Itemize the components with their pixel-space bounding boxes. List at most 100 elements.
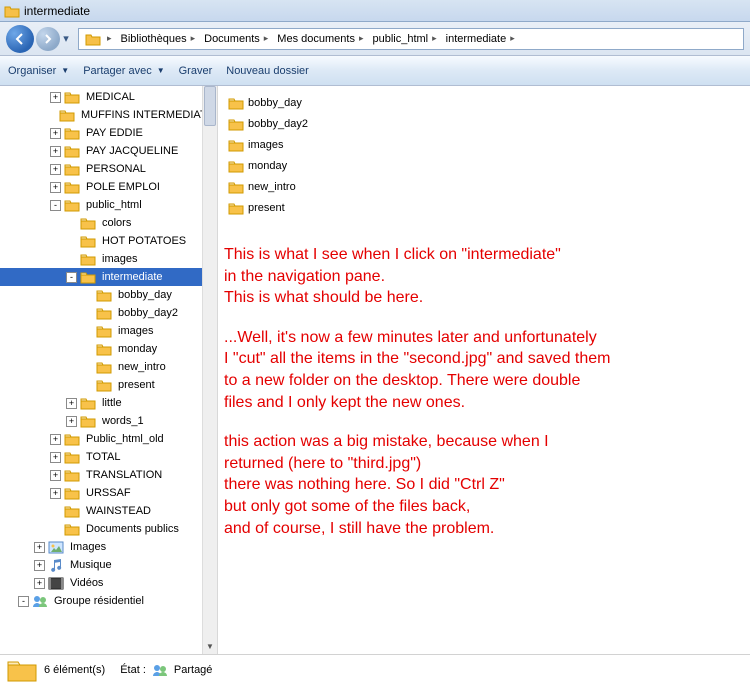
- breadcrumb-root[interactable]: ▸: [79, 29, 115, 49]
- folder-icon: [32, 594, 48, 608]
- expand-icon[interactable]: +: [50, 434, 61, 445]
- tree-item[interactable]: +PERSONAL: [0, 160, 217, 178]
- tree-item[interactable]: WAINSTEAD: [0, 502, 217, 520]
- tree-item[interactable]: + POLE EMPLOI: [0, 178, 217, 196]
- expand-spacer: [50, 524, 61, 535]
- folder-item[interactable]: new_intro: [228, 176, 750, 197]
- expand-icon[interactable]: +: [50, 470, 61, 481]
- chevron-right-icon[interactable]: ▸: [510, 33, 515, 44]
- tree-item[interactable]: +words_1: [0, 412, 217, 430]
- folder-item[interactable]: present: [228, 197, 750, 218]
- chevron-down-icon: ▼: [157, 66, 165, 75]
- expand-spacer: [82, 380, 93, 391]
- expand-icon[interactable]: +: [50, 164, 61, 175]
- tree-item-label: WAINSTEAD: [83, 504, 154, 518]
- breadcrumb-item[interactable]: Documents▸: [198, 29, 271, 49]
- tree-item[interactable]: +MEDICAL: [0, 88, 217, 106]
- breadcrumb-item[interactable]: Bibliothèques▸: [115, 29, 199, 49]
- expand-icon[interactable]: +: [50, 182, 61, 193]
- breadcrumb-item[interactable]: intermediate▸: [440, 29, 518, 49]
- tree-item[interactable]: images: [0, 250, 217, 268]
- expand-icon[interactable]: +: [50, 488, 61, 499]
- expand-icon[interactable]: +: [34, 542, 45, 553]
- folder-icon: [48, 558, 64, 572]
- expand-icon[interactable]: +: [50, 92, 61, 103]
- chevron-right-icon[interactable]: ▸: [191, 33, 196, 44]
- tree-item[interactable]: images: [0, 322, 217, 340]
- expand-icon[interactable]: +: [34, 560, 45, 571]
- folder-icon: [96, 342, 112, 356]
- navigation-tree[interactable]: ▲ ▼ +MEDICAL MUFFINS INTERMEDIATE +PAY EDD…: [0, 86, 218, 654]
- collapse-icon[interactable]: -: [50, 200, 61, 211]
- folder-icon: [80, 216, 96, 230]
- chevron-right-icon[interactable]: ▸: [432, 33, 437, 44]
- folder-item[interactable]: bobby_day2: [228, 113, 750, 134]
- tree-item[interactable]: bobby_day: [0, 286, 217, 304]
- scroll-thumb[interactable]: [204, 86, 216, 126]
- expand-spacer: [82, 290, 93, 301]
- tree-item[interactable]: Documents publics: [0, 520, 217, 538]
- expand-icon[interactable]: +: [50, 128, 61, 139]
- tree-item-label: POLE EMPLOI: [83, 180, 163, 194]
- tree-item[interactable]: +Public_html_old: [0, 430, 217, 448]
- content-pane[interactable]: bobby_daybobby_day2imagesmondaynew_intro…: [218, 86, 750, 654]
- tree-item[interactable]: +PAY JACQUELINE: [0, 142, 217, 160]
- nav-history-dropdown[interactable]: ▾: [60, 26, 72, 52]
- tree-scrollbar[interactable]: ▲ ▼: [202, 86, 217, 654]
- organize-menu[interactable]: Organiser▼: [8, 65, 69, 77]
- expand-icon[interactable]: +: [34, 578, 45, 589]
- share-with-menu[interactable]: Partager avec▼: [83, 65, 164, 77]
- folder-icon: [48, 576, 64, 590]
- expand-spacer: [82, 326, 93, 337]
- expand-icon[interactable]: +: [50, 146, 61, 157]
- tree-item[interactable]: +PAY EDDIE: [0, 124, 217, 142]
- breadcrumb-bar[interactable]: ▸ Bibliothèques▸ Documents▸ Mes document…: [78, 28, 744, 50]
- tree-item[interactable]: monday: [0, 340, 217, 358]
- folder-item[interactable]: monday: [228, 155, 750, 176]
- tree-item[interactable]: +Vidéos: [0, 574, 217, 592]
- forward-button[interactable]: [36, 27, 60, 51]
- collapse-icon[interactable]: -: [66, 272, 77, 283]
- breadcrumb-item[interactable]: public_html▸: [366, 29, 439, 49]
- chevron-right-icon[interactable]: ▸: [264, 33, 269, 44]
- scroll-down-arrow[interactable]: ▼: [203, 639, 217, 654]
- folder-icon: [228, 159, 244, 173]
- user-annotation: This is what I see when I click on "inte…: [224, 244, 610, 557]
- folder-icon: [228, 180, 244, 194]
- tree-item[interactable]: +URSSAF: [0, 484, 217, 502]
- folder-item[interactable]: images: [228, 134, 750, 155]
- tree-item[interactable]: present: [0, 376, 217, 394]
- new-folder-button[interactable]: Nouveau dossier: [226, 65, 309, 77]
- tree-item[interactable]: new_intro: [0, 358, 217, 376]
- tree-item[interactable]: bobby_day2: [0, 304, 217, 322]
- tree-item-label: TOTAL: [83, 450, 123, 464]
- tree-item[interactable]: +Images: [0, 538, 217, 556]
- collapse-icon[interactable]: -: [18, 596, 29, 607]
- breadcrumb-item[interactable]: Mes documents▸: [271, 29, 366, 49]
- status-bar: 6 élément(s) État : Partagé: [0, 654, 750, 684]
- tree-item-label: public_html: [83, 198, 145, 212]
- expand-spacer: [66, 236, 77, 247]
- chevron-right-icon[interactable]: ▸: [359, 33, 364, 44]
- tree-item[interactable]: colors: [0, 214, 217, 232]
- tree-item[interactable]: HOT POTATOES: [0, 232, 217, 250]
- tree-item[interactable]: - public_html: [0, 196, 217, 214]
- tree-item[interactable]: + TOTAL: [0, 448, 217, 466]
- folder-icon: [64, 432, 80, 446]
- burn-button[interactable]: Graver: [179, 65, 213, 77]
- expand-icon[interactable]: +: [50, 452, 61, 463]
- chevron-right-icon[interactable]: ▸: [107, 33, 112, 44]
- back-button[interactable]: [6, 25, 34, 53]
- tree-item[interactable]: +little: [0, 394, 217, 412]
- folder-item[interactable]: bobby_day: [228, 92, 750, 113]
- expand-icon[interactable]: +: [66, 416, 77, 427]
- expand-icon[interactable]: +: [66, 398, 77, 409]
- tree-item[interactable]: -Groupe résidentiel: [0, 592, 217, 610]
- tree-item-label: MUFFINS INTERMEDIATE: [78, 108, 217, 122]
- tree-item[interactable]: +Musique: [0, 556, 217, 574]
- folder-item-label: present: [248, 202, 285, 214]
- tree-item[interactable]: +TRANSLATION: [0, 466, 217, 484]
- tree-item[interactable]: -intermediate: [0, 268, 217, 286]
- tree-item[interactable]: MUFFINS INTERMEDIATE: [0, 106, 217, 124]
- folder-icon: [96, 288, 112, 302]
